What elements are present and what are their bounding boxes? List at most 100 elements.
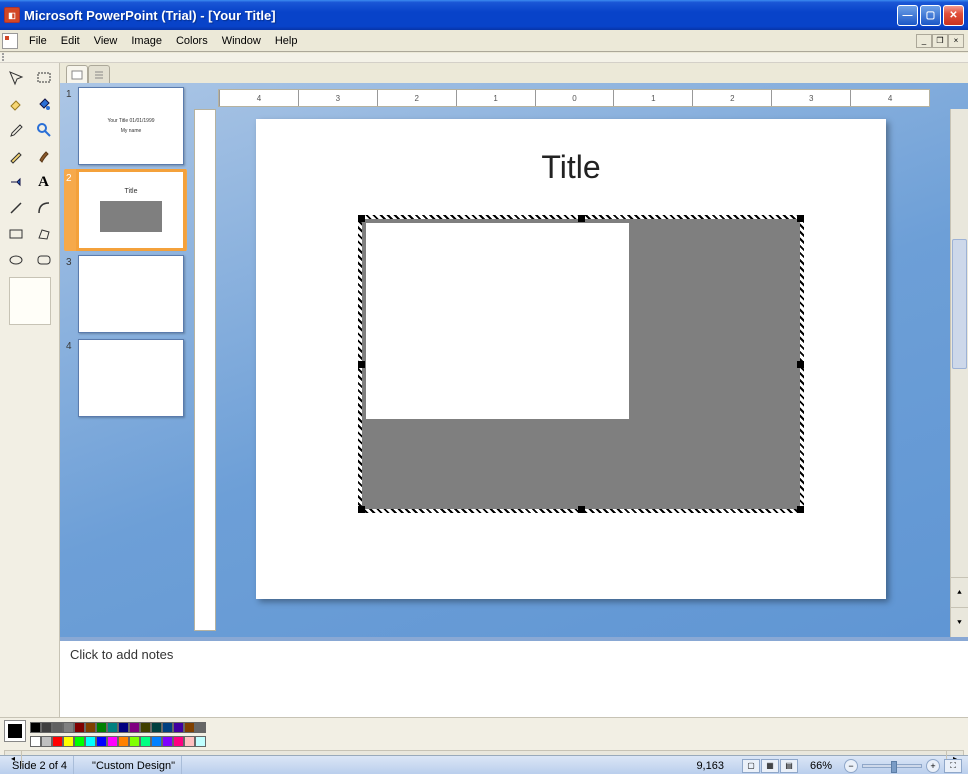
menu-image[interactable]: Image [124, 33, 169, 49]
resize-handle-w[interactable] [358, 361, 365, 368]
color-swatch[interactable] [30, 736, 41, 747]
thumbnail-3[interactable]: 3 [66, 255, 185, 333]
thumbnail-4[interactable]: 4 [66, 339, 185, 417]
vertical-scrollbar[interactable]: ⯅ ⯆ [950, 109, 968, 637]
minimize-button[interactable]: — [897, 5, 918, 26]
document-icon[interactable] [2, 33, 18, 49]
rounded-rect-tool-icon[interactable] [32, 249, 56, 271]
eraser-tool-icon[interactable] [4, 93, 28, 115]
color-swatch[interactable] [63, 722, 74, 733]
normal-view-button[interactable]: ▢ [742, 759, 760, 773]
color-swatch[interactable] [184, 722, 195, 733]
mdi-close-button[interactable]: × [948, 34, 964, 48]
color-swatch[interactable] [118, 736, 129, 747]
color-swatch[interactable] [184, 736, 195, 747]
fill-tool-icon[interactable] [32, 93, 56, 115]
maximize-button[interactable]: ▢ [920, 5, 941, 26]
color-swatch[interactable] [173, 736, 184, 747]
thumbnail-1[interactable]: 1 Your Title 01/01/1999My name [66, 87, 185, 165]
resize-handle-e[interactable] [797, 361, 804, 368]
color-swatch[interactable] [195, 722, 206, 733]
thumbnail-number: 3 [66, 255, 74, 333]
color-swatch[interactable] [41, 722, 52, 733]
tab-slides-icon[interactable] [66, 65, 88, 83]
color-swatch[interactable] [151, 736, 162, 747]
color-swatch[interactable] [85, 736, 96, 747]
curve-tool-icon[interactable] [32, 197, 56, 219]
airbrush-tool-icon[interactable] [4, 171, 28, 193]
pencil-tool-icon[interactable] [4, 145, 28, 167]
zoom-out-button[interactable]: − [844, 759, 858, 773]
color-swatch[interactable] [162, 736, 173, 747]
color-swatch[interactable] [140, 722, 151, 733]
color-swatch[interactable] [52, 722, 63, 733]
resize-handle-n[interactable] [578, 215, 585, 222]
resize-handle-s[interactable] [578, 506, 585, 513]
color-swatch[interactable] [107, 722, 118, 733]
prev-slide-button[interactable]: ⯅ [951, 577, 968, 607]
polygon-tool-icon[interactable] [32, 223, 56, 245]
menu-file[interactable]: File [22, 33, 54, 49]
slide[interactable]: Title [256, 119, 886, 599]
ruler-mark: 4 [850, 90, 929, 106]
menu-edit[interactable]: Edit [54, 33, 87, 49]
color-swatch[interactable] [41, 736, 52, 747]
menu-help[interactable]: Help [268, 33, 305, 49]
resize-handle-sw[interactable] [358, 506, 365, 513]
zoom-in-button[interactable]: + [926, 759, 940, 773]
eyedropper-tool-icon[interactable] [4, 119, 28, 141]
tab-outline-icon[interactable] [88, 65, 110, 83]
marquee-tool-icon[interactable] [32, 67, 56, 89]
color-swatch[interactable] [74, 736, 85, 747]
zoom-slider[interactable] [862, 764, 922, 768]
color-swatch[interactable] [162, 722, 173, 733]
resize-handle-ne[interactable] [797, 215, 804, 222]
select-tool-icon[interactable] [4, 67, 28, 89]
scrollbar-thumb[interactable] [952, 239, 967, 369]
app-icon: ◧ [4, 7, 20, 23]
zoom-tool-icon[interactable] [32, 119, 56, 141]
resize-handle-se[interactable] [797, 506, 804, 513]
color-swatch[interactable] [96, 736, 107, 747]
slideshow-view-button[interactable]: ▤ [780, 759, 798, 773]
text-tool-icon[interactable]: A [32, 171, 56, 193]
slide-thumbnails: 1 Your Title 01/01/1999My name 2 Title 3… [60, 83, 188, 637]
content-placeholder[interactable] [358, 215, 804, 513]
color-swatch[interactable] [151, 722, 162, 733]
color-swatch[interactable] [30, 722, 41, 733]
notes-placeholder: Click to add notes [70, 647, 173, 662]
rectangle-tool-icon[interactable] [4, 223, 28, 245]
color-swatch[interactable] [173, 722, 184, 733]
color-swatch[interactable] [63, 736, 74, 747]
color-swatch[interactable] [85, 722, 96, 733]
color-swatch[interactable] [140, 736, 151, 747]
color-swatch[interactable] [195, 736, 206, 747]
image-object[interactable] [366, 223, 629, 419]
notes-pane[interactable]: Click to add notes [60, 637, 968, 717]
fit-view-button[interactable]: ⛶ [944, 759, 962, 773]
slide-canvas[interactable]: Title [216, 109, 950, 637]
mdi-restore-button[interactable]: ❐ [932, 34, 948, 48]
color-swatch[interactable] [118, 722, 129, 733]
color-swatch[interactable] [129, 736, 140, 747]
mdi-minimize-button[interactable]: _ [916, 34, 932, 48]
ellipse-tool-icon[interactable] [4, 249, 28, 271]
current-colors-swatch[interactable] [4, 720, 26, 742]
color-swatch[interactable] [107, 736, 118, 747]
menu-colors[interactable]: Colors [169, 33, 215, 49]
brush-tool-icon[interactable] [32, 145, 56, 167]
color-swatch[interactable] [96, 722, 107, 733]
menu-view[interactable]: View [87, 33, 125, 49]
resize-handle-nw[interactable] [358, 215, 365, 222]
color-swatch[interactable] [52, 736, 63, 747]
menu-window[interactable]: Window [215, 33, 268, 49]
slide-title[interactable]: Title [256, 149, 886, 186]
color-swatch[interactable] [74, 722, 85, 733]
zoom-slider-knob[interactable] [891, 761, 897, 773]
sorter-view-button[interactable]: ▦ [761, 759, 779, 773]
next-slide-button[interactable]: ⯆ [951, 607, 968, 637]
line-tool-icon[interactable] [4, 197, 28, 219]
close-button[interactable]: ✕ [943, 5, 964, 26]
color-swatch[interactable] [129, 722, 140, 733]
thumbnail-2[interactable]: 2 Title [64, 169, 187, 251]
